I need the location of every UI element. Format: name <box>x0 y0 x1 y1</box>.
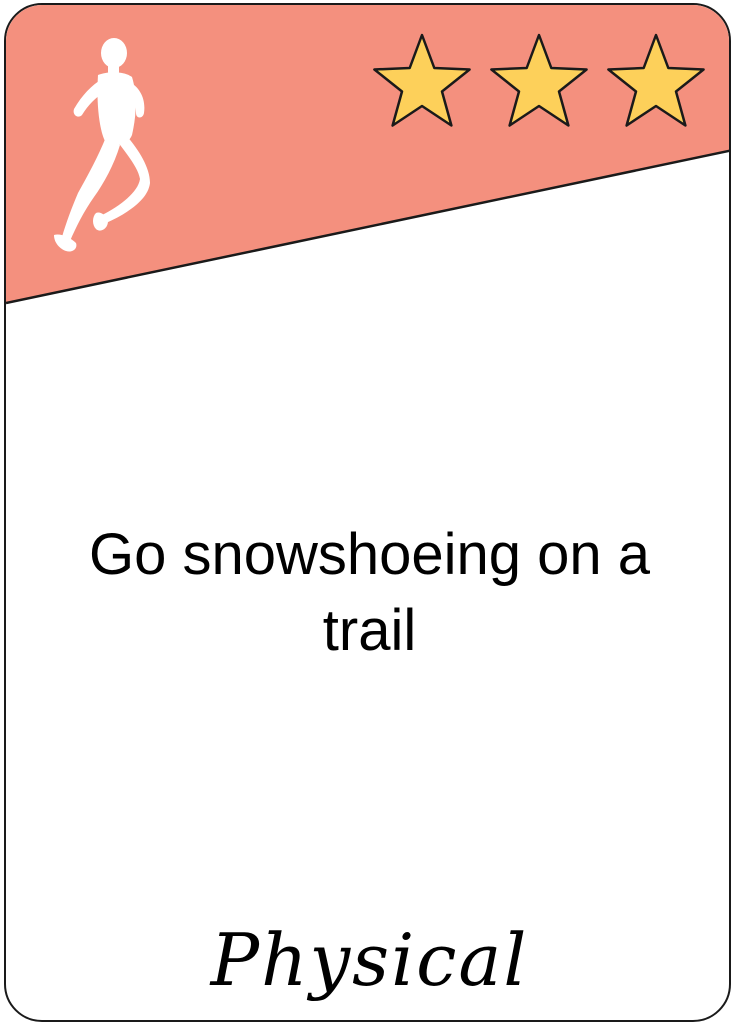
star-icon <box>373 33 471 127</box>
activity-card[interactable]: Go snowshoeing on a trail Physical <box>4 3 731 1022</box>
difficulty-rating <box>373 33 705 127</box>
star-icon <box>607 33 705 127</box>
star-row <box>373 33 705 127</box>
running-person-icon <box>54 38 150 252</box>
star-icon <box>490 33 588 127</box>
category-label: Physical <box>210 918 529 1002</box>
challenge-text: Go snowshoeing on a trail <box>88 522 651 663</box>
